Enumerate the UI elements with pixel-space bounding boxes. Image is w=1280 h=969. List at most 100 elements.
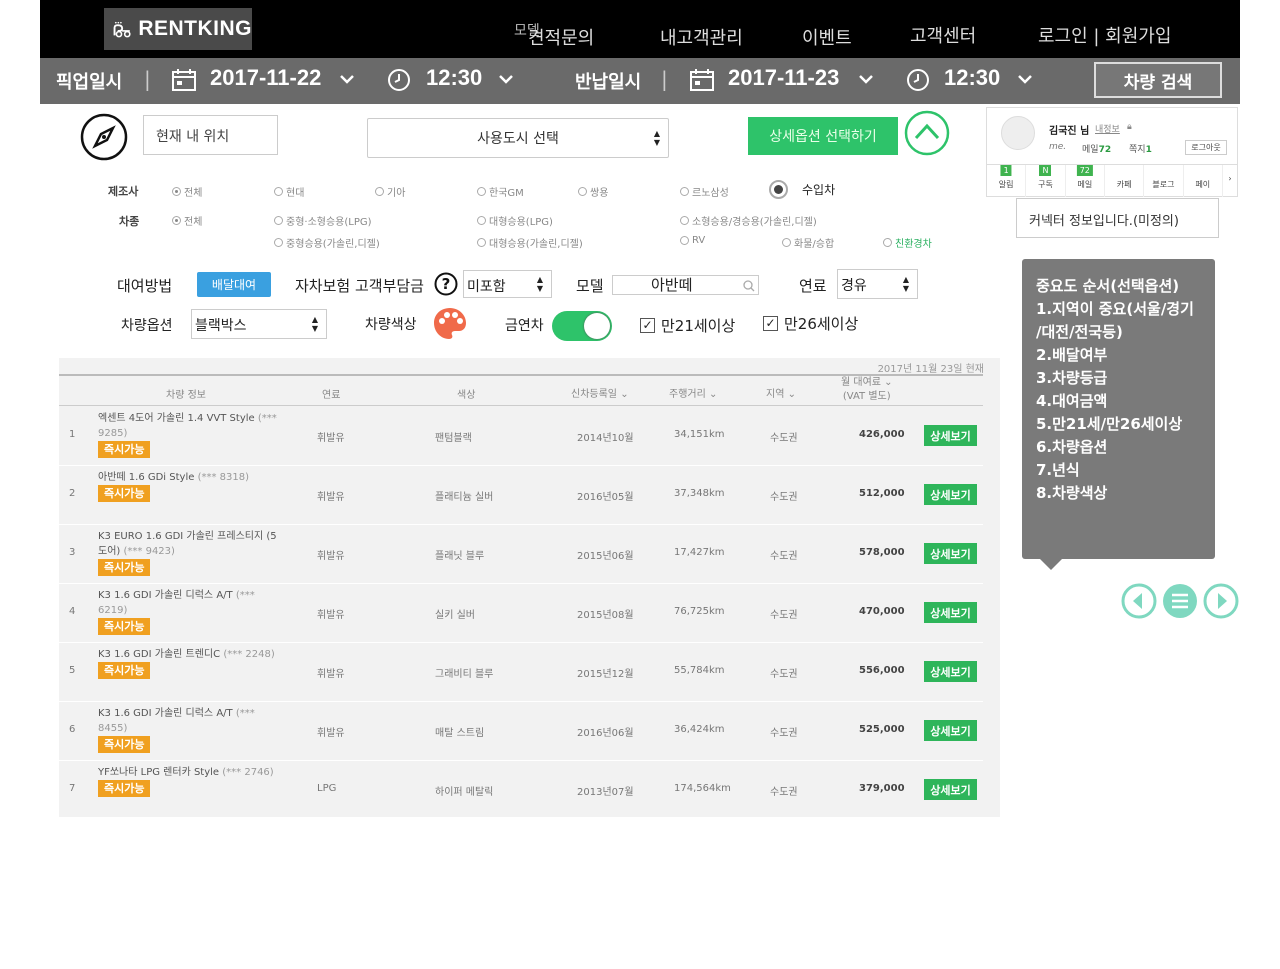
tab-mail[interactable]: 72 메일 — [1066, 165, 1105, 197]
color-palette-icon[interactable] — [432, 306, 468, 342]
delivery-rental-button[interactable]: 배달대여 — [197, 272, 271, 297]
non-smoking-toggle[interactable] — [552, 311, 612, 341]
maker-radio-all[interactable]: 전체 — [172, 184, 202, 199]
pickup-date[interactable]: 2017-11-22 — [210, 65, 321, 91]
return-date[interactable]: 2017-11-23 — [728, 65, 839, 91]
profile-widget: 김국진 님 내정보 🔒︎ me. 메일72 쪽지1 로그아웃 1 알림 N 구독 7… — [986, 107, 1238, 197]
type-radio-mid-gas[interactable]: 중형승용(가솔린,디젤) — [274, 235, 380, 250]
tab-alarm[interactable]: 1 알림 — [987, 165, 1027, 197]
tab-blog[interactable]: 블로그 — [1144, 165, 1184, 197]
table-row[interactable]: 6 K3 1.6 GDI 가솔린 디럭스 A/T (*** 8455) 즉시가능 휘발… — [59, 702, 983, 761]
as-of-date: 2017년 11월 23일 현재 — [877, 364, 984, 375]
radio-dot — [680, 236, 689, 245]
model-input[interactable]: 아반떼 — [612, 275, 759, 295]
type-radio-eco[interactable]: 친환경차 — [883, 235, 932, 250]
rentking-logo[interactable]: RENTKING — [104, 8, 252, 50]
tab-cafe[interactable]: 카페 — [1105, 165, 1145, 197]
type-radio-large-lpg[interactable]: 대형승용(LPG) — [477, 213, 553, 228]
detail-view-button[interactable]: 상세보기 — [924, 779, 977, 800]
nav-login-signup[interactable]: 로그인 | 회원가입 — [1038, 22, 1171, 48]
color-cell: 하이퍼 메탈릭 — [435, 787, 494, 798]
my-info-link[interactable]: 내정보 — [1095, 122, 1120, 135]
fuel-cell: 휘발유 — [317, 551, 345, 562]
table-row[interactable]: 5 K3 1.6 GDI 가솔린 트렌디C (*** 2248) 즉시가능 휘발유 그래… — [59, 643, 983, 702]
detail-view-button[interactable]: 상세보기 — [924, 720, 977, 741]
current-location-input[interactable]: 현재 내 위치 — [143, 115, 278, 155]
maker-radio-gm[interactable]: 한국GM — [477, 184, 524, 199]
reg-date-cell: 2014년10월 — [577, 433, 634, 444]
header-mileage-sort[interactable]: 주행거리 ⌄ — [669, 385, 717, 400]
age21-checkbox[interactable]: ✓ 만21세이상 — [640, 315, 735, 336]
maker-radio-kia[interactable]: 기아 — [375, 184, 405, 199]
help-question-icon[interactable]: ? — [434, 272, 458, 296]
chevron-down-icon[interactable] — [1017, 74, 1033, 84]
detail-view-button[interactable]: 상세보기 — [924, 543, 977, 564]
table-row[interactable]: 7 YF쏘나타 LPG 렌터카 Style (*** 2746) 즉시가능 LPG 하이… — [59, 761, 983, 820]
table-row[interactable]: 3 K3 EURO 1.6 GDI 가솔린 프레스티지 (5도어) (*** 94… — [59, 525, 983, 584]
maker-radio-renault[interactable]: 르노삼성 — [680, 184, 729, 199]
price-cell: 556,000 — [859, 665, 905, 676]
profile-tabs: 1 알림 N 구독 72 메일 카페 블로그 페이 › — [987, 164, 1237, 197]
collapse-up-icon[interactable] — [904, 110, 950, 156]
prev-icon[interactable] — [1121, 583, 1157, 619]
table-row[interactable]: 4 K3 1.6 GDI 가솔린 디럭스 A/T (*** 6219) 즉시가능 휘발… — [59, 584, 983, 643]
chevron-down-icon[interactable] — [858, 74, 874, 84]
type-radio-small-gas[interactable]: 소형승용/경승용(가솔린,디젤) — [680, 213, 817, 228]
type-radio-rv[interactable]: RV — [680, 235, 705, 246]
header-price-sort[interactable]: 월 대여료 ⌄ (VAT 별도) — [841, 376, 893, 404]
radio-label: 전체 — [184, 217, 203, 228]
note-count[interactable]: 쪽지1 — [1129, 142, 1152, 155]
detail-view-button[interactable]: 상세보기 — [924, 602, 977, 623]
search-icon[interactable] — [741, 278, 757, 294]
table-row[interactable]: 2 아반떼 1.6 GDi Style (*** 8318) 즉시가능 휘발유 플래티늄… — [59, 466, 983, 525]
table-row[interactable]: 1 엑센트 4도어 가솔린 1.4 VVT Style (*** 9285) 즉시가… — [59, 407, 983, 466]
color-cell: 팬텀블랙 — [435, 433, 472, 444]
tooltip-line: 3.차량등급 — [1036, 369, 1108, 387]
car-name: YF쏘나타 LPG 렌터카 Style — [98, 767, 220, 778]
menu-icon[interactable] — [1162, 583, 1198, 619]
pickup-time[interactable]: 12:30 — [426, 65, 482, 91]
city-select[interactable]: 사용도시 선택 ▲ ▼ — [367, 118, 669, 158]
nav-quote[interactable]: 견적문의 — [528, 24, 594, 50]
chevron-right-icon[interactable]: › — [1223, 165, 1237, 197]
age26-checkbox[interactable]: ✓ 만26세이상 — [763, 313, 858, 334]
nav-customer-center[interactable]: 고객센터 — [910, 22, 976, 48]
header-reg-sort[interactable]: 신차등록일 ⌄ — [571, 385, 629, 400]
mail-count[interactable]: 메일72 — [1082, 142, 1111, 155]
separator: | — [144, 67, 151, 91]
detail-view-button[interactable]: 상세보기 — [924, 484, 977, 505]
car-option-select[interactable]: 블랙박스 ▲ ▼ — [191, 309, 327, 339]
row-number: 4 — [69, 606, 76, 617]
insurance-select[interactable]: 미포함 ▲ ▼ — [463, 270, 552, 298]
car-search-button[interactable]: 차량 검색 — [1094, 62, 1222, 98]
detail-view-button[interactable]: 상세보기 — [924, 661, 977, 682]
radio-label: RV — [692, 235, 706, 246]
me-label[interactable]: me. — [1049, 142, 1066, 152]
chevron-down-icon[interactable] — [498, 74, 514, 84]
maker-radio-imported[interactable]: 수입차 — [769, 180, 835, 199]
return-time[interactable]: 12:30 — [944, 65, 1000, 91]
tooltip-line: 6.차량옵션 — [1036, 438, 1108, 456]
detail-options-button[interactable]: 상세옵션 선택하기 — [748, 117, 898, 155]
type-radio-truck-van[interactable]: 화물/승합 — [782, 235, 834, 250]
radio-dot — [477, 187, 486, 196]
tab-subscribe[interactable]: N 구독 — [1026, 165, 1066, 197]
maker-radio-hyundai[interactable]: 현대 — [274, 184, 304, 199]
nav-my-customers[interactable]: 내고객관리 — [660, 24, 743, 50]
header-region-sort[interactable]: 지역 ⌄ — [766, 385, 796, 400]
chevron-down-icon[interactable] — [339, 74, 355, 84]
header-info: 차량 정보 — [166, 390, 206, 401]
maker-radio-ssangyong[interactable]: 쌍용 — [578, 184, 608, 199]
type-radio-mid-lpg[interactable]: 중형·소형승용(LPG) — [274, 213, 372, 228]
maker-label: 제조사 — [108, 185, 139, 198]
type-radio-large-gas[interactable]: 대형승용(가솔린,디젤) — [477, 235, 583, 250]
avatar[interactable] — [1001, 116, 1035, 150]
fuel-select[interactable]: 경유 ▲ ▼ — [837, 269, 918, 299]
logout-button[interactable]: 로그아웃 — [1185, 140, 1227, 155]
compass-icon[interactable] — [80, 113, 128, 161]
nav-events[interactable]: 이벤트 — [802, 24, 852, 50]
type-radio-all[interactable]: 전체 — [172, 213, 202, 228]
detail-view-button[interactable]: 상세보기 — [924, 425, 977, 446]
tab-pay[interactable]: 페이 — [1184, 165, 1223, 197]
next-icon[interactable] — [1203, 583, 1239, 619]
